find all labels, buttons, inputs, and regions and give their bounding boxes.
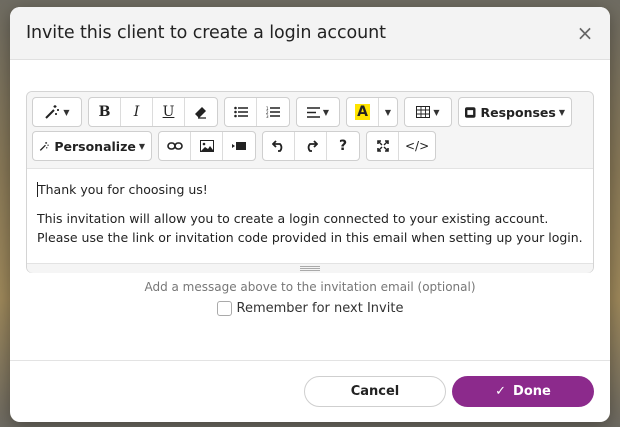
chevron-down-icon: ▼ bbox=[433, 107, 440, 117]
code-icon: </> bbox=[405, 139, 430, 153]
editor-resize-handle[interactable] bbox=[27, 263, 593, 273]
help-button[interactable]: ? bbox=[327, 132, 359, 160]
modal-header: Invite this client to create a login acc… bbox=[10, 7, 610, 60]
grip-icon bbox=[300, 266, 320, 271]
check-icon: ✓ bbox=[495, 384, 507, 399]
close-icon: × bbox=[576, 21, 594, 45]
align-left-icon bbox=[306, 106, 320, 118]
style-dropdown-button[interactable]: ▼ bbox=[33, 98, 81, 126]
undo-button[interactable] bbox=[263, 132, 295, 160]
responses-label: Responses bbox=[480, 104, 556, 120]
align-dropdown-button[interactable]: ▼ bbox=[297, 98, 339, 126]
table-icon bbox=[416, 106, 431, 118]
bold-button[interactable]: B bbox=[89, 98, 121, 126]
link-icon bbox=[166, 142, 183, 150]
close-button[interactable]: × bbox=[574, 21, 596, 45]
clear-format-button[interactable] bbox=[185, 98, 217, 126]
fullscreen-icon bbox=[376, 140, 389, 152]
editor-toolbar: ▼ B I U 1 2 3 ▼ A ▼ ▼ Responses ▼ Person… bbox=[27, 92, 593, 169]
highlight-button[interactable]: A bbox=[347, 98, 379, 126]
highlight-icon: A bbox=[355, 104, 370, 120]
hint-text: Add a message above to the invitation em… bbox=[144, 280, 476, 294]
help-icon: ? bbox=[338, 138, 348, 154]
personalize-dropdown-button[interactable]: Personalize ▼ bbox=[33, 132, 151, 160]
magic-wand-icon bbox=[39, 141, 49, 151]
insert-image-button[interactable] bbox=[191, 132, 223, 160]
insert-video-button[interactable] bbox=[223, 132, 255, 160]
done-button[interactable]: ✓ Done bbox=[452, 376, 594, 407]
redo-button[interactable] bbox=[295, 132, 327, 160]
insert-link-button[interactable] bbox=[159, 132, 191, 160]
ordered-list-button[interactable]: 123 bbox=[257, 98, 289, 126]
undo-icon bbox=[271, 140, 282, 152]
chevron-down-icon: ▼ bbox=[322, 107, 330, 117]
underline-button[interactable]: U bbox=[153, 98, 185, 126]
highlight-dropdown-button[interactable]: ▼ bbox=[379, 98, 397, 126]
editor-paragraph: Thank you for choosing us! bbox=[37, 182, 208, 197]
responses-icon bbox=[465, 106, 476, 118]
rich-text-editor: ▼ B I U 1 2 3 ▼ A ▼ ▼ Responses ▼ Person… bbox=[26, 91, 594, 273]
table-dropdown-button[interactable]: ▼ bbox=[405, 98, 451, 126]
invite-modal: Invite this client to create a login acc… bbox=[10, 7, 610, 422]
modal-body: ▼ B I U 1 2 3 ▼ A ▼ ▼ Responses ▼ Person… bbox=[10, 60, 610, 316]
eraser-icon bbox=[195, 107, 206, 119]
image-icon bbox=[199, 140, 214, 152]
ordered-list-icon: 123 bbox=[266, 106, 280, 118]
responses-dropdown-button[interactable]: Responses ▼ bbox=[459, 98, 571, 126]
remember-label: Remember for next Invite bbox=[236, 301, 404, 316]
video-icon bbox=[232, 142, 246, 150]
done-label: Done bbox=[513, 384, 551, 399]
remember-checkbox[interactable] bbox=[216, 301, 232, 316]
italic-button[interactable]: I bbox=[121, 98, 153, 126]
svg-text:3: 3 bbox=[266, 114, 269, 118]
editor-content[interactable]: Thank you for choosing us! This invitati… bbox=[27, 169, 593, 247]
personalize-label: Personalize bbox=[54, 138, 136, 154]
modal-footer: Cancel ✓ Done bbox=[10, 360, 610, 422]
code-view-button[interactable]: </> bbox=[399, 132, 435, 160]
modal-title: Invite this client to create a login acc… bbox=[26, 23, 386, 43]
unordered-list-icon bbox=[233, 106, 248, 118]
unordered-list-button[interactable] bbox=[225, 98, 257, 126]
chevron-down-icon: ▼ bbox=[63, 107, 70, 117]
chevron-down-icon: ▼ bbox=[558, 107, 565, 117]
magic-wand-icon bbox=[45, 105, 60, 119]
editor-paragraph: This invitation will allow you to create… bbox=[37, 211, 583, 245]
chevron-down-icon: ▼ bbox=[138, 141, 145, 151]
redo-icon bbox=[307, 140, 318, 152]
fullscreen-button[interactable] bbox=[367, 132, 399, 160]
cancel-button[interactable]: Cancel bbox=[304, 376, 446, 407]
chevron-down-icon: ▼ bbox=[384, 107, 392, 117]
remember-option[interactable]: Remember for next Invite bbox=[26, 301, 594, 316]
